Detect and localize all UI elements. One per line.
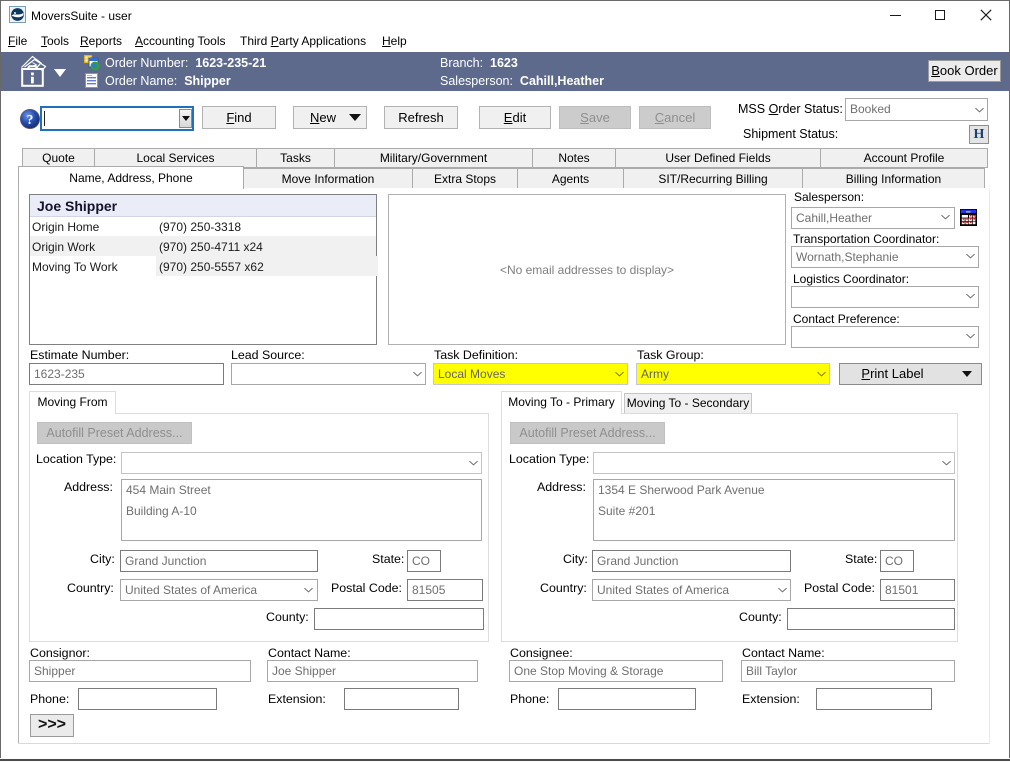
svg-text:?: ? [27, 112, 34, 127]
